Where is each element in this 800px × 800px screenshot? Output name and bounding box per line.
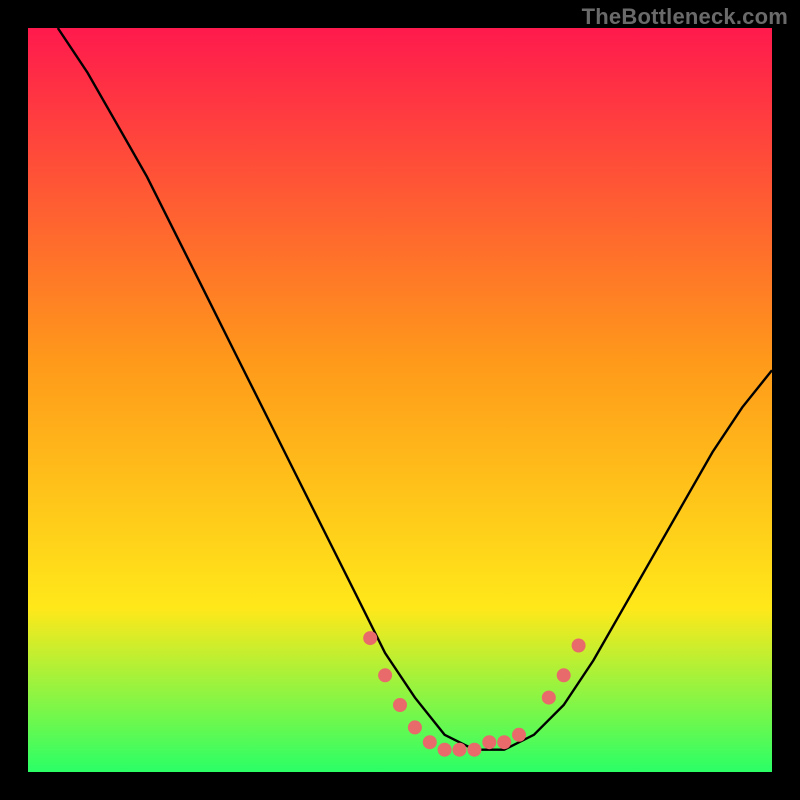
highlight-marker bbox=[378, 668, 392, 682]
highlight-marker bbox=[453, 743, 467, 757]
highlight-marker bbox=[438, 743, 452, 757]
highlight-marker bbox=[423, 735, 437, 749]
highlight-marker bbox=[408, 720, 422, 734]
highlight-marker bbox=[557, 668, 571, 682]
highlight-marker bbox=[393, 698, 407, 712]
highlight-marker bbox=[572, 639, 586, 653]
highlight-marker bbox=[512, 728, 526, 742]
chart-frame bbox=[28, 28, 772, 772]
bottleneck-chart bbox=[28, 28, 772, 772]
gradient-plot-area bbox=[28, 28, 772, 772]
highlight-marker bbox=[542, 691, 556, 705]
highlight-marker bbox=[363, 631, 377, 645]
highlight-marker bbox=[497, 735, 511, 749]
highlight-marker bbox=[482, 735, 496, 749]
watermark-text: TheBottleneck.com bbox=[582, 4, 788, 30]
highlight-marker bbox=[467, 743, 481, 757]
